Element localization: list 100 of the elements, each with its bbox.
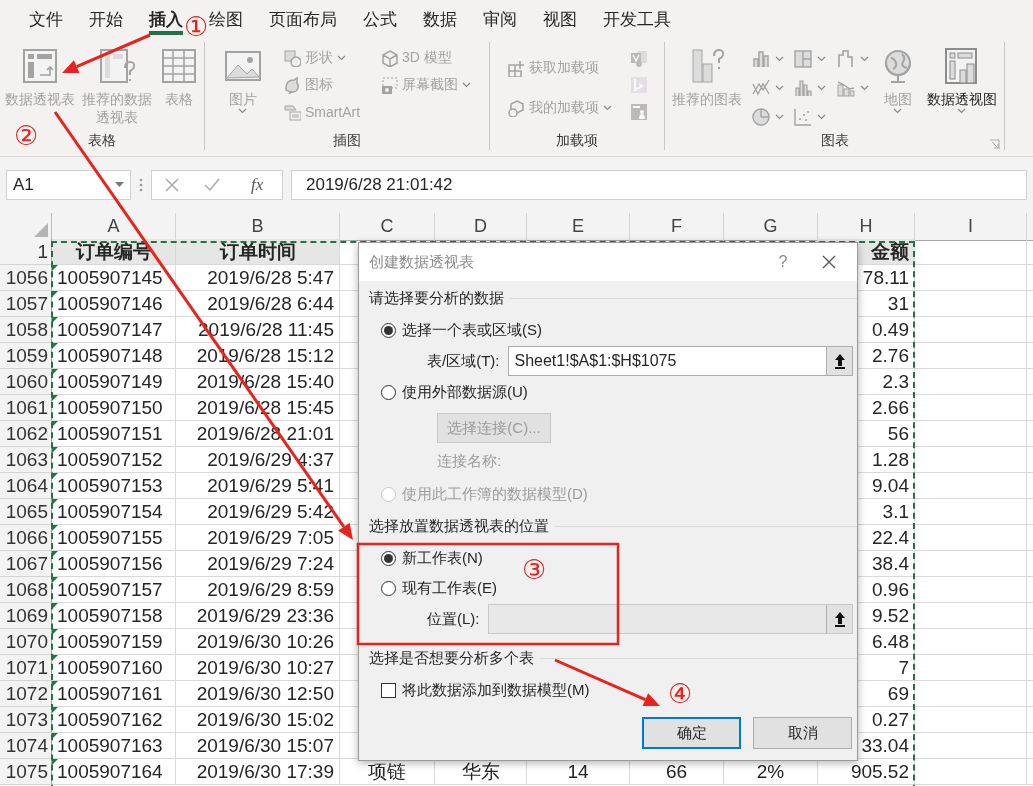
table-cell: 2019/6/28 21:01 [196, 422, 334, 445]
table-cell: 7 [898, 656, 909, 679]
ribbon-tab[interactable]: 视图 [543, 0, 577, 38]
step-marker: ② [14, 122, 39, 149]
field-label: 位置(L): [427, 609, 480, 629]
radio-label: 使用此工作簿的数据模型(D) [402, 484, 588, 504]
column-header[interactable]: F [630, 213, 724, 241]
row-header[interactable]: 1 [0, 239, 52, 265]
row-header[interactable]: 1071 [0, 655, 52, 681]
radio-label: 现有工作表(E) [402, 578, 497, 598]
section-heading: 请选择要分析的数据 [369, 288, 504, 308]
row-header[interactable]: 1074 [0, 733, 52, 759]
ribbon-tab[interactable]: 公式 [363, 0, 397, 38]
column-header[interactable]: C [340, 213, 435, 241]
table-cell: 31 [887, 292, 909, 315]
row-header[interactable]: 1070 [0, 629, 52, 655]
table-cell: 2019/6/28 5:47 [207, 266, 334, 289]
formula-field[interactable]: 2019/6/28 21:01:42 [291, 170, 1027, 200]
ribbon-tab[interactable]: 开始 [89, 0, 123, 38]
table-cell: 0.27 [872, 708, 909, 731]
table-cell: 2019/6/30 12:50 [196, 682, 334, 705]
table-cell: 1005907151 [57, 422, 163, 445]
table-cell: 1005907146 [57, 292, 163, 315]
radio-label: 使用外部数据源(U) [402, 382, 528, 402]
checkbox-label: 将此数据添加到数据模型(M) [402, 680, 590, 700]
row-header[interactable]: 1060 [0, 369, 52, 395]
table-cell: 2019/6/30 15:02 [196, 708, 334, 731]
row-header[interactable]: 1061 [0, 395, 52, 421]
section-heading: 选择放置数据透视表的位置 [369, 516, 549, 536]
ribbon-button[interactable]: 数据透视图 [924, 44, 999, 116]
table-cell: 1005907164 [57, 760, 163, 783]
table-cell-text: 华东 [461, 759, 500, 784]
ribbon-tab[interactable]: 插入 [149, 0, 183, 38]
row-header[interactable]: 1067 [0, 551, 52, 577]
table-cell: 38.4 [872, 552, 909, 575]
range-field[interactable]: Sheet1!$A$1:$H$1075 [507, 346, 853, 376]
group-label: 加载项 [556, 132, 598, 150]
column-header[interactable]: A [52, 213, 176, 241]
row-header[interactable]: 1058 [0, 317, 52, 343]
column-header[interactable]: H [818, 213, 915, 241]
table-cell: 2019/6/29 7:05 [207, 526, 334, 549]
dialog-button[interactable]: 确定 [642, 717, 741, 749]
table-cell: 2019/6/29 7:24 [207, 552, 334, 575]
table-cell: 1005907148 [57, 344, 163, 367]
table-cell: 2.3 [882, 370, 909, 393]
table-cell: 1005907162 [57, 708, 163, 731]
row-header[interactable]: 1064 [0, 473, 52, 499]
table-cell: 78.11 [862, 266, 909, 289]
ribbon-tab[interactable]: 审阅 [483, 0, 517, 38]
column-header[interactable]: I [915, 213, 1027, 241]
ribbon-tab[interactable]: 页面布局 [269, 0, 337, 38]
dialog-title: 创建数据透视表 [369, 252, 475, 272]
row-header[interactable]: 1068 [0, 577, 52, 603]
field-label: 表/区域(T): [427, 351, 500, 371]
row-header[interactable]: 1056 [0, 265, 52, 291]
table-cell: 2.76 [872, 344, 909, 367]
column-header[interactable]: D [435, 213, 527, 241]
field-label: 连接名称: [437, 451, 502, 471]
table-cell: 9.04 [872, 474, 909, 497]
row-header[interactable]: 1063 [0, 447, 52, 473]
row-header[interactable]: 1072 [0, 681, 52, 707]
group-label: 插图 [333, 132, 361, 150]
table-cell: 2.66 [872, 396, 909, 419]
ribbon-tab[interactable]: 绘图 [209, 0, 243, 38]
table-cell: 2019/6/30 17:39 [196, 760, 334, 783]
ribbon-tab[interactable]: 文件 [29, 0, 63, 38]
table-cell: 1.28 [872, 448, 909, 471]
row-header[interactable]: 1062 [0, 421, 52, 447]
row-header[interactable]: 1075 [0, 759, 52, 785]
table-cell: 2019/6/29 4:37 [207, 448, 334, 471]
ribbon-tab[interactable]: 数据 [423, 0, 457, 38]
column-header[interactable]: B [176, 213, 340, 241]
table-cell: 1005907156 [57, 552, 163, 575]
name-box[interactable]: A1 [6, 170, 131, 200]
table-cell: 1005907154 [57, 500, 163, 523]
table-cell: 1005907158 [57, 604, 163, 627]
table-cell: 1005907149 [57, 370, 163, 393]
table-cell: 2019/6/30 15:07 [196, 734, 334, 757]
table-cell: 6.48 [872, 630, 909, 653]
row-header[interactable]: 1065 [0, 499, 52, 525]
table-cell: 1005907159 [57, 630, 163, 653]
row-header[interactable]: 1073 [0, 707, 52, 733]
table-cell: 2% [756, 760, 785, 783]
function-button[interactable]: fx [245, 174, 270, 196]
table-cell: 1005907145 [57, 266, 163, 289]
column-header[interactable]: E [527, 213, 630, 241]
table-cell: 2019/6/29 8:59 [207, 578, 334, 601]
table-cell: 1005907157 [57, 578, 163, 601]
dialog-button[interactable]: 取消 [753, 717, 852, 749]
row-header[interactable]: 1069 [0, 603, 52, 629]
row-header[interactable]: 1066 [0, 525, 52, 551]
column-title: 订单时间 [219, 239, 296, 264]
table-cell: 2019/6/29 23:36 [196, 604, 334, 627]
row-header[interactable]: 1059 [0, 343, 52, 369]
ribbon-tab[interactable]: 开发工具 [603, 0, 671, 38]
column-header[interactable]: G [724, 213, 818, 241]
table-cell: 0.49 [872, 318, 909, 341]
row-header[interactable]: 1057 [0, 291, 52, 317]
help-button[interactable]: ? [765, 252, 801, 272]
table-cell: 905.52 [850, 760, 909, 783]
